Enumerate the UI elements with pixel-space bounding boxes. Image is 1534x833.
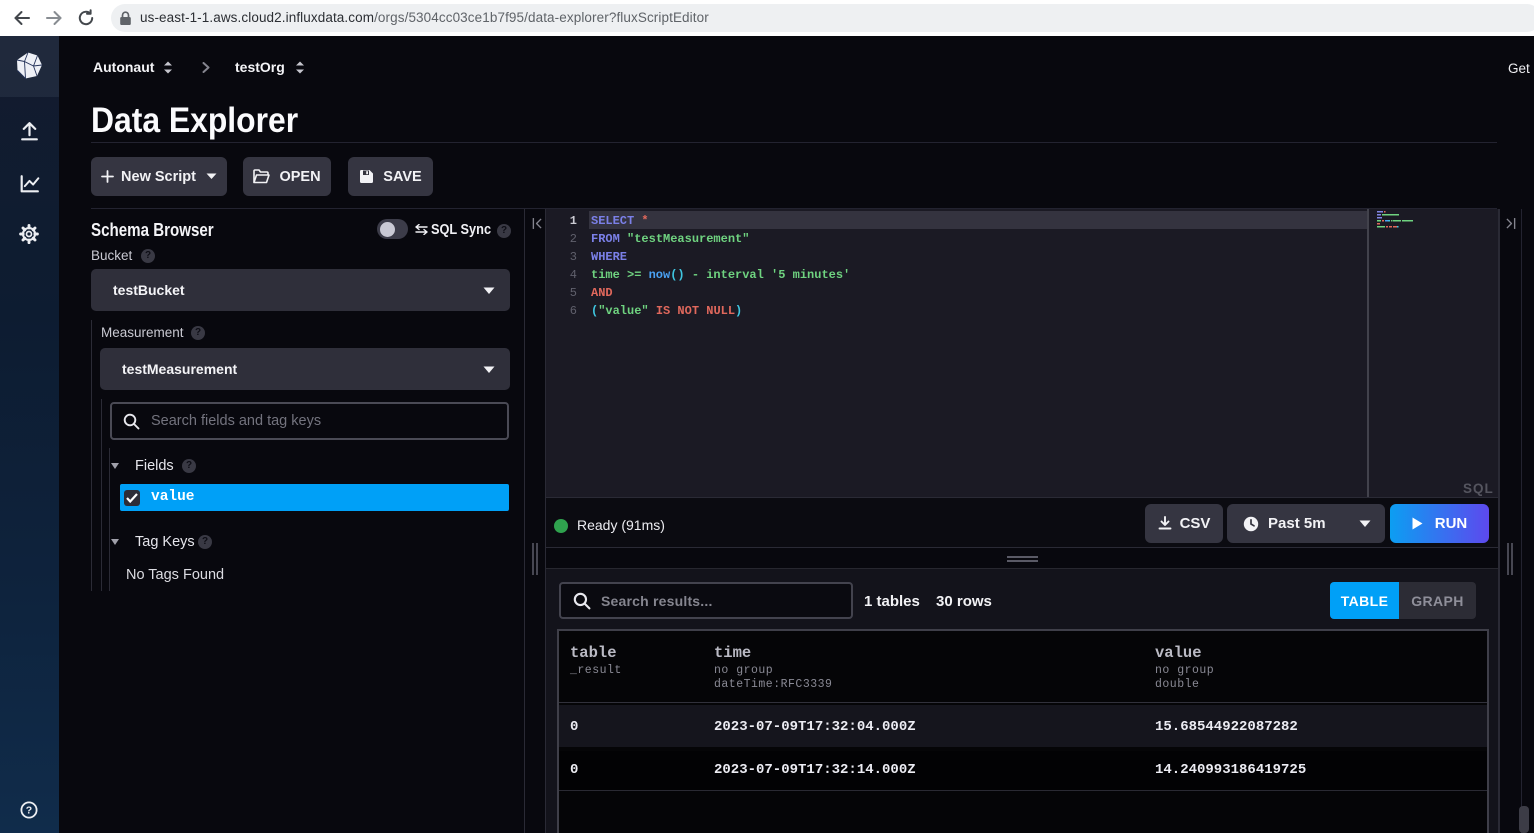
svg-text:?: ?	[26, 805, 32, 817]
